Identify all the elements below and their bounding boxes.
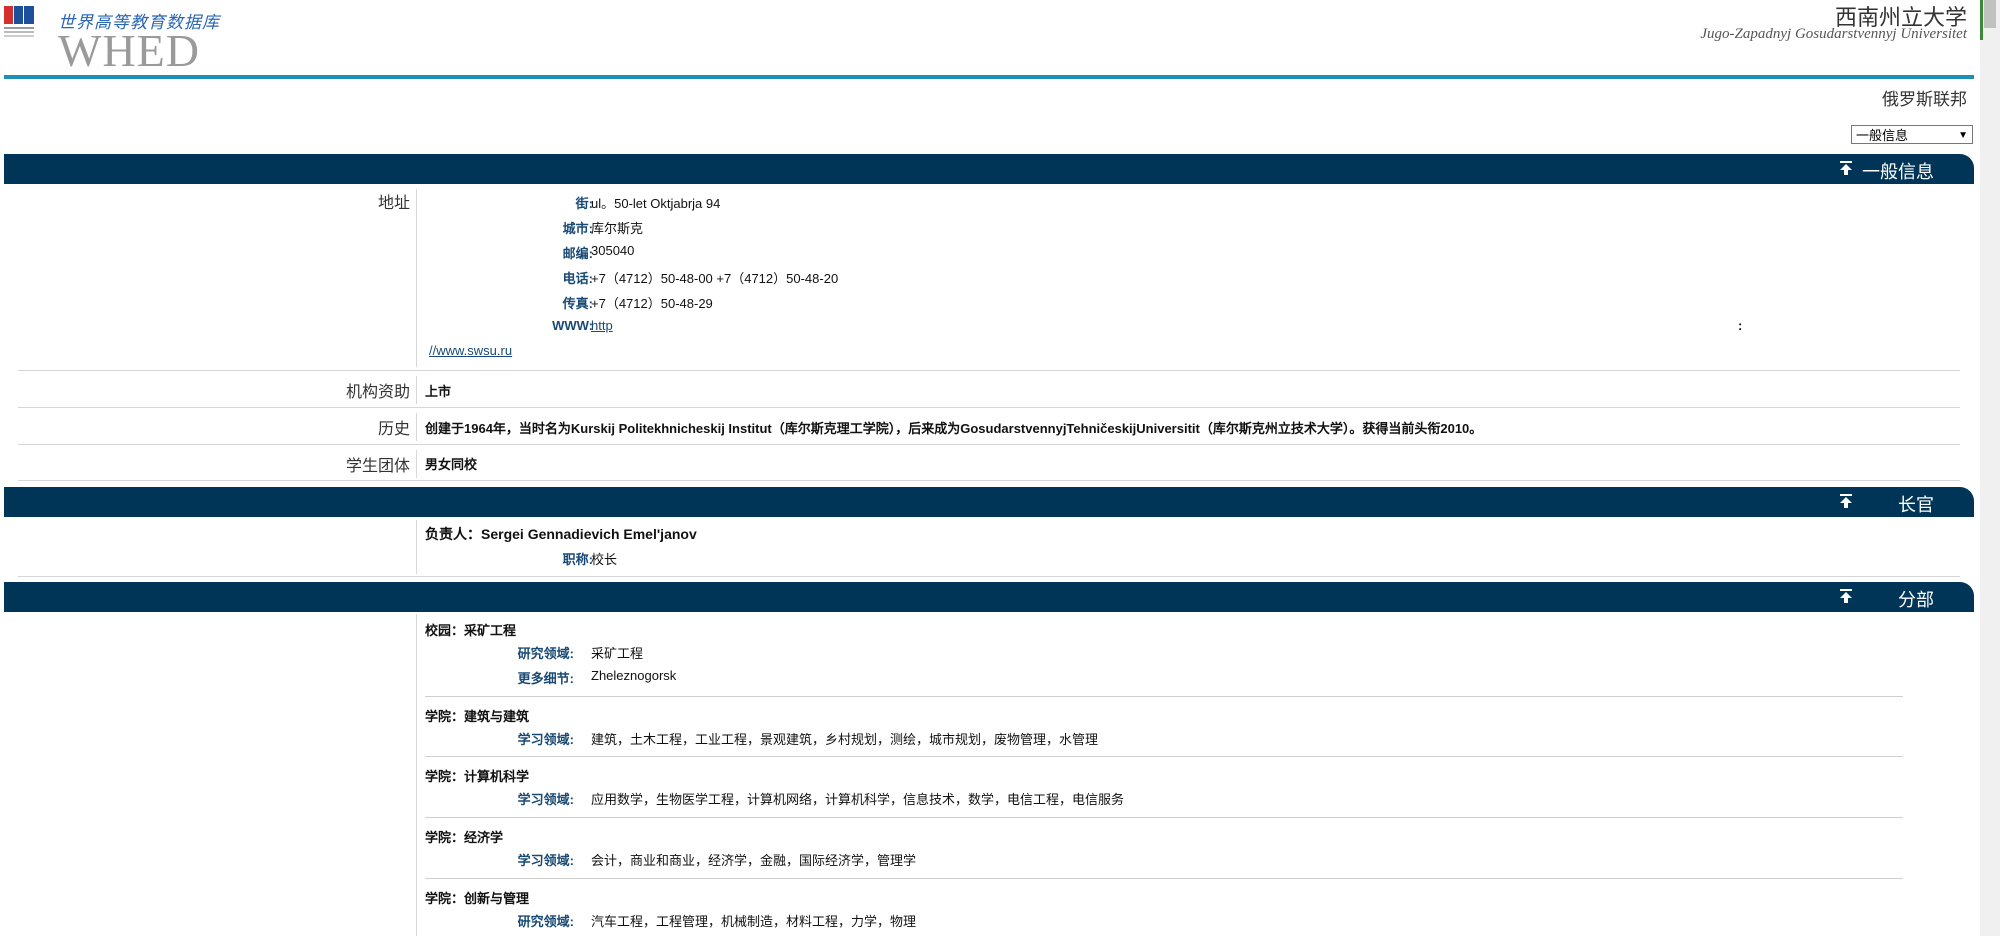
division-heading: 学院：计算机科学 xyxy=(425,769,530,784)
history-row: 历史 创建于1964年，当时名为Kurskij Politekhnicheski… xyxy=(18,408,1960,445)
division-field-value: 采矿工程 xyxy=(591,646,644,661)
student-body-label: 学生团体 xyxy=(345,458,410,475)
iau-logo[interactable] xyxy=(4,6,36,38)
city-label: 城市: xyxy=(562,221,593,236)
job-title-label: 职称: xyxy=(562,552,593,567)
division-heading: 学院：建筑与建筑 xyxy=(425,709,530,724)
division-field-label: 学习领域: xyxy=(517,792,574,807)
division-separator xyxy=(425,817,1903,818)
division-field-label: 学习领域: xyxy=(517,853,574,868)
row-divider xyxy=(416,520,417,574)
division-field-value: 汽车工程，工程管理，机械制造，材料工程，力学，物理 xyxy=(591,914,917,929)
section-bar-officers: 长官 xyxy=(4,487,1974,517)
phone-value: +7（4712）50-48-00 +7（4712）50-48-20 xyxy=(591,271,839,286)
section-select[interactable]: 一般信息 ▼ xyxy=(1851,125,1973,144)
division-separator xyxy=(425,696,1903,697)
back-to-top-icon[interactable] xyxy=(1838,160,1854,176)
row-divider xyxy=(416,413,417,441)
division-heading: 学院：创新与管理 xyxy=(425,891,530,906)
division-heading: 校园：采矿工程 xyxy=(425,623,517,638)
row-divider xyxy=(416,450,417,478)
back-to-top-icon[interactable] xyxy=(1838,588,1854,604)
officer-head: 负责人：Sergei Gennadievich Emel'janov xyxy=(425,526,697,542)
history-label: 历史 xyxy=(377,421,410,438)
website-link[interactable]: http xyxy=(591,318,613,333)
website-colon: : xyxy=(1738,318,1743,333)
divisions-divider xyxy=(416,614,417,936)
funding-label: 机构资助 xyxy=(345,384,410,401)
division-field-value: 应用数学，生物医学工程，计算机网络，计算机科学，信息技术，数学，电信工程，电信服… xyxy=(591,792,1125,807)
section-title-divisions: 分部 xyxy=(1898,590,1934,610)
back-to-top-icon[interactable] xyxy=(1838,493,1854,509)
scrollbar-thumb[interactable] xyxy=(1984,0,1996,28)
postcode-label: 邮编: xyxy=(562,246,593,261)
division-details-label: 更多细节: xyxy=(517,671,574,686)
student-body-row: 学生团体 男女同校 xyxy=(18,445,1960,481)
whed-logo-text[interactable]: WHED xyxy=(58,24,200,77)
division-field-label: 研究领域: xyxy=(517,914,574,929)
section-select-value: 一般信息 xyxy=(1856,128,1909,143)
website-link-continued[interactable]: //www.swsu.ru xyxy=(429,343,512,358)
division-separator xyxy=(425,878,1903,879)
history-value: 创建于1964年，当时名为Kurskij Politekhnicheskij I… xyxy=(425,421,1483,436)
country-label: 俄罗斯联邦 xyxy=(1882,90,1967,109)
division-heading: 学院：经济学 xyxy=(425,830,504,845)
address-row: 地址 街: ul。50-let Oktjabrja 94 城市: 库尔斯克 邮编… xyxy=(18,185,1960,371)
university-name-latin: Jugo-Zapadnyj Gosudarstvennyj Universite… xyxy=(1700,26,1967,42)
division-field-value: 会计，商业和商业，经济学，金融，国际经济学，管理学 xyxy=(591,853,917,868)
address-label: 地址 xyxy=(377,195,410,212)
section-bar-general: 一般信息 xyxy=(4,154,1974,184)
division-details-value: Zheleznogorsk xyxy=(591,668,677,683)
phone-label: 电话: xyxy=(562,271,593,286)
scrollbar-edge xyxy=(1980,0,1983,40)
page-scrollbar[interactable] xyxy=(1980,0,2000,936)
header-divider xyxy=(4,75,1974,79)
row-divider xyxy=(416,376,417,404)
chevron-down-icon: ▼ xyxy=(1958,130,1968,141)
officer-row: 负责人：Sergei Gennadievich Emel'janov 职称: 校… xyxy=(18,518,1960,577)
funding-value: 上市 xyxy=(425,384,452,399)
www-label: WWW: xyxy=(552,318,593,333)
section-title-general: 一般信息 xyxy=(1862,162,1934,182)
funding-row: 机构资助 上市 xyxy=(18,371,1960,408)
section-bar-divisions: 分部 xyxy=(4,582,1974,612)
city-value: 库尔斯克 xyxy=(591,221,644,236)
street-label: 街: xyxy=(575,196,593,211)
division-field-value: 建筑，土木工程，工业工程，景观建筑，乡村规划，测绘，城市规划，废物管理，水管理 xyxy=(591,732,1099,747)
section-title-officers: 长官 xyxy=(1898,495,1934,515)
job-title-value: 校长 xyxy=(591,552,618,567)
row-divider xyxy=(416,189,417,367)
division-separator xyxy=(425,756,1903,757)
fax-value: +7（4712）50-48-29 xyxy=(591,296,713,311)
postcode-value: 305040 xyxy=(591,243,635,258)
street-value: ul。50-let Oktjabrja 94 xyxy=(591,196,721,211)
division-field-label: 学习领域: xyxy=(517,732,574,747)
student-body-value: 男女同校 xyxy=(425,457,478,472)
fax-label: 传真: xyxy=(562,296,593,311)
division-field-label: 研究领域: xyxy=(517,646,574,661)
